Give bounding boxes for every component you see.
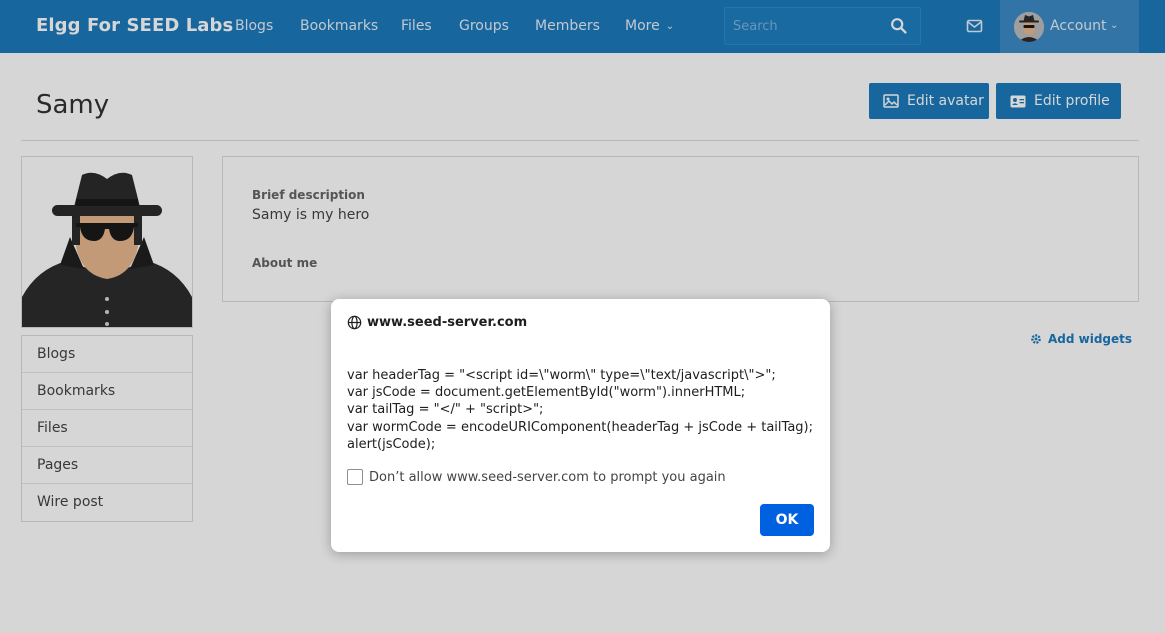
- prompt-suppress-option[interactable]: Don’t allow www.seed-server.com to promp…: [347, 469, 726, 485]
- alert-dialog: www.seed-server.com var headerTag = "<sc…: [331, 299, 830, 552]
- dialog-title: www.seed-server.com: [347, 315, 527, 330]
- dialog-message: var headerTag = "<script id=\"worm\" typ…: [347, 368, 813, 452]
- prompt-suppress-label[interactable]: Don’t allow www.seed-server.com to promp…: [369, 470, 726, 485]
- dialog-origin: www.seed-server.com: [367, 315, 528, 330]
- globe-icon: [347, 315, 362, 330]
- ok-button[interactable]: OK: [760, 504, 814, 536]
- prompt-suppress-checkbox[interactable]: [347, 469, 363, 485]
